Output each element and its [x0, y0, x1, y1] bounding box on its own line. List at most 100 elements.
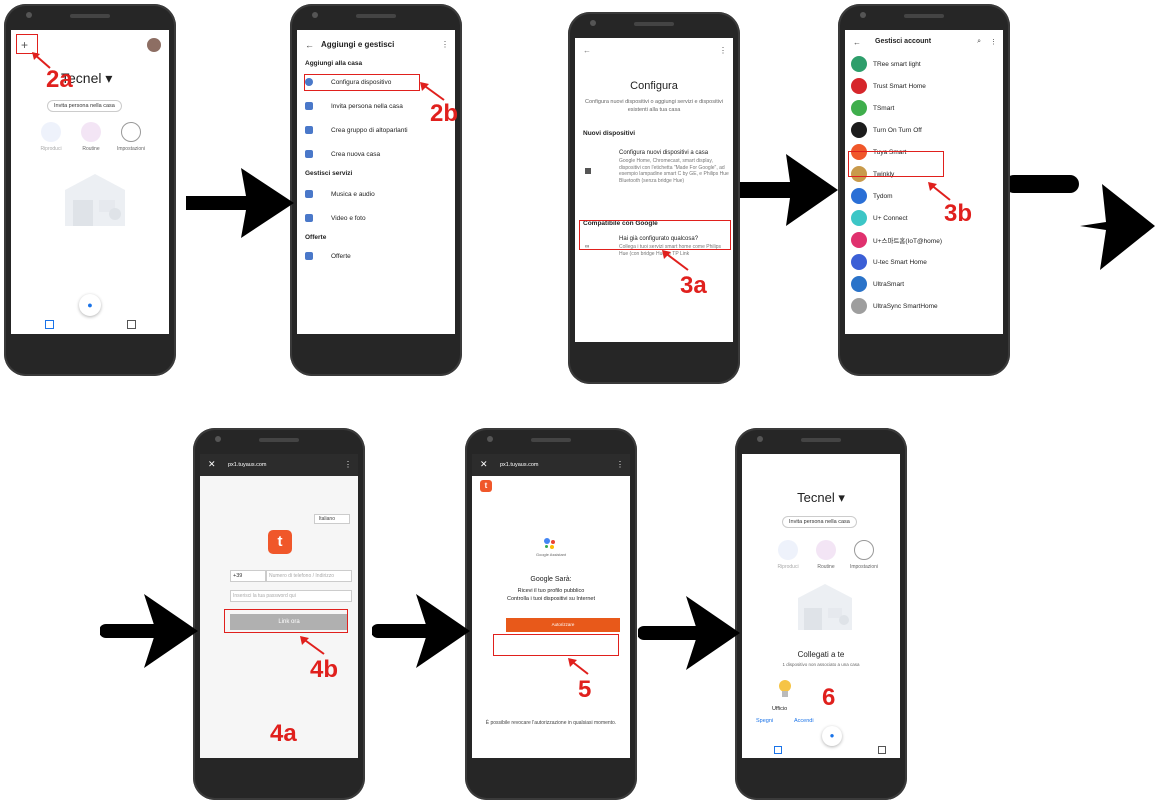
tag-icon — [305, 252, 313, 260]
camera — [312, 12, 318, 18]
settings-icon[interactable] — [121, 122, 141, 142]
speaker-grille — [356, 14, 396, 18]
mic-button[interactable]: ● — [822, 726, 842, 746]
avatar[interactable] — [147, 38, 161, 52]
configure-highlight — [304, 74, 420, 91]
play-icon[interactable] — [41, 122, 61, 142]
account-item[interactable]: UltraSmart — [851, 276, 904, 292]
item-speaker-group[interactable]: Crea gruppo di altoparlanti — [305, 126, 408, 134]
account-logo-icon — [851, 232, 867, 248]
home-icon — [585, 168, 591, 174]
item-video[interactable]: Video e foto — [305, 214, 366, 222]
mic-button[interactable]: ● — [79, 294, 101, 316]
close-icon[interactable]: ✕ — [480, 459, 488, 470]
camera — [860, 12, 866, 18]
routine-icon[interactable] — [816, 540, 836, 560]
more-icon[interactable]: ⋮ — [344, 460, 352, 469]
screen-title: Configura — [630, 80, 678, 92]
new-devices-title[interactable]: Configura nuovi dispositivi a casa — [619, 150, 729, 156]
account-logo-icon — [851, 100, 867, 116]
account-item[interactable]: TRee smart light — [851, 56, 921, 72]
account-label: U+ Connect — [873, 214, 908, 222]
item-label: Crea gruppo di altoparlanti — [331, 126, 408, 134]
feed-tab-icon[interactable] — [127, 320, 136, 329]
bulb-icon[interactable] — [778, 680, 792, 698]
country-code[interactable]: +39 — [230, 570, 266, 582]
phone-input[interactable]: Numero di telefono / Indirizzo — [266, 570, 352, 582]
screen: ← Gestisci account ⌕ ⋮ TRee smart light T… — [845, 30, 1003, 334]
routine-icon[interactable] — [81, 122, 101, 142]
person-add-icon — [305, 102, 313, 110]
authorize-button[interactable]: Autorizzare — [506, 618, 620, 632]
pointer-3b — [928, 182, 951, 201]
arrow-3 — [1010, 175, 1155, 270]
search-icon[interactable]: ⌕ — [977, 38, 981, 46]
back-icon[interactable]: ← — [305, 40, 314, 50]
account-item[interactable]: Turn On Turn Off — [851, 122, 922, 138]
section-add-home: Aggiungi alla casa — [305, 60, 363, 67]
action-play: Riproduci — [777, 564, 799, 570]
back-icon[interactable]: ← — [853, 38, 861, 47]
action-play: Riproduci — [40, 146, 62, 152]
feed-tab-icon[interactable] — [878, 746, 886, 754]
account-item[interactable]: Tydom — [851, 188, 893, 204]
speaker-grille — [904, 14, 944, 18]
more-icon[interactable]: ⋮ — [441, 40, 449, 49]
home-tab-icon[interactable] — [45, 320, 54, 329]
on-button[interactable]: Accendi — [794, 718, 814, 724]
account-logo-icon — [851, 188, 867, 204]
account-item[interactable]: TSmart — [851, 100, 894, 116]
speaker-grille — [70, 14, 110, 18]
item-label: Video e foto — [331, 214, 366, 222]
pointer-2b — [420, 82, 445, 101]
item-invite[interactable]: Invita persona nella casa — [305, 102, 403, 110]
step-2b: 2b — [430, 100, 459, 127]
step-5: 5 — [578, 676, 592, 703]
back-icon[interactable]: ← — [583, 46, 591, 55]
speaker-grille — [634, 22, 674, 26]
language-select[interactable]: Italiano — [313, 514, 350, 524]
item-label: Invita persona nella casa — [331, 102, 403, 110]
account-item[interactable]: U+스마트홈(IoT@home) — [851, 232, 942, 248]
url-text: px1.tuyaus.com — [228, 462, 267, 468]
item-music[interactable]: Musica e audio — [305, 190, 375, 198]
account-label: Turn On Turn Off — [873, 126, 922, 134]
section-services: Gestisci servizi — [305, 170, 353, 177]
invite-chip[interactable]: Invita persona nella casa — [782, 516, 857, 528]
phone-accounts: ← Gestisci account ⌕ ⋮ TRee smart light T… — [838, 4, 1010, 376]
screen-title: Gestisci account — [875, 38, 932, 45]
account-item[interactable]: U+ Connect — [851, 210, 908, 226]
ga-label: Google Assistant — [535, 552, 567, 557]
camera — [487, 436, 493, 442]
more-icon[interactable]: ⋮ — [719, 46, 727, 55]
action-routine: Routine — [82, 146, 100, 152]
account-item[interactable]: Trust Smart Home — [851, 78, 926, 94]
phone-authorize: ✕ px1.tuyaus.com ⋮ t Google Assistant Go… — [465, 428, 637, 800]
section-offers: Offerte — [305, 234, 327, 241]
more-icon[interactable]: ⋮ — [616, 460, 624, 469]
browser-bar — [200, 454, 358, 476]
step-3b: 3b — [944, 200, 973, 227]
close-icon[interactable]: ✕ — [208, 459, 216, 470]
tuya-logo: t — [480, 480, 492, 492]
home-title[interactable]: Tecnel ▾ — [742, 490, 900, 506]
settings-icon[interactable] — [854, 540, 874, 560]
screen-subtitle: Configura nuovi dispositivi o aggiungi s… — [585, 99, 723, 113]
account-item[interactable]: U-tec Smart Home — [851, 254, 927, 270]
arrow-6 — [638, 596, 740, 670]
off-button[interactable]: Spegni — [756, 718, 773, 724]
more-icon[interactable]: ⋮ — [990, 38, 997, 46]
screen: ✕ px1.tuyaus.com ⋮ Italiano t +39 Numero… — [200, 454, 358, 758]
account-logo-icon — [851, 122, 867, 138]
item-offers[interactable]: Offerte — [305, 252, 351, 260]
account-item[interactable]: UltraSync SmartHome — [851, 298, 938, 314]
home-tab-icon[interactable] — [774, 746, 782, 754]
play-icon[interactable] — [778, 540, 798, 560]
action-routine: Routine — [817, 564, 835, 570]
password-input[interactable]: Inserisci la tua password qui — [230, 590, 352, 602]
step-4a: 4a — [270, 720, 297, 747]
invite-chip[interactable]: Invita persona nella casa — [47, 100, 122, 112]
speaker-grille — [801, 438, 841, 442]
item-new-home[interactable]: Crea nuova casa — [305, 150, 380, 158]
pointer-3a — [662, 250, 689, 271]
